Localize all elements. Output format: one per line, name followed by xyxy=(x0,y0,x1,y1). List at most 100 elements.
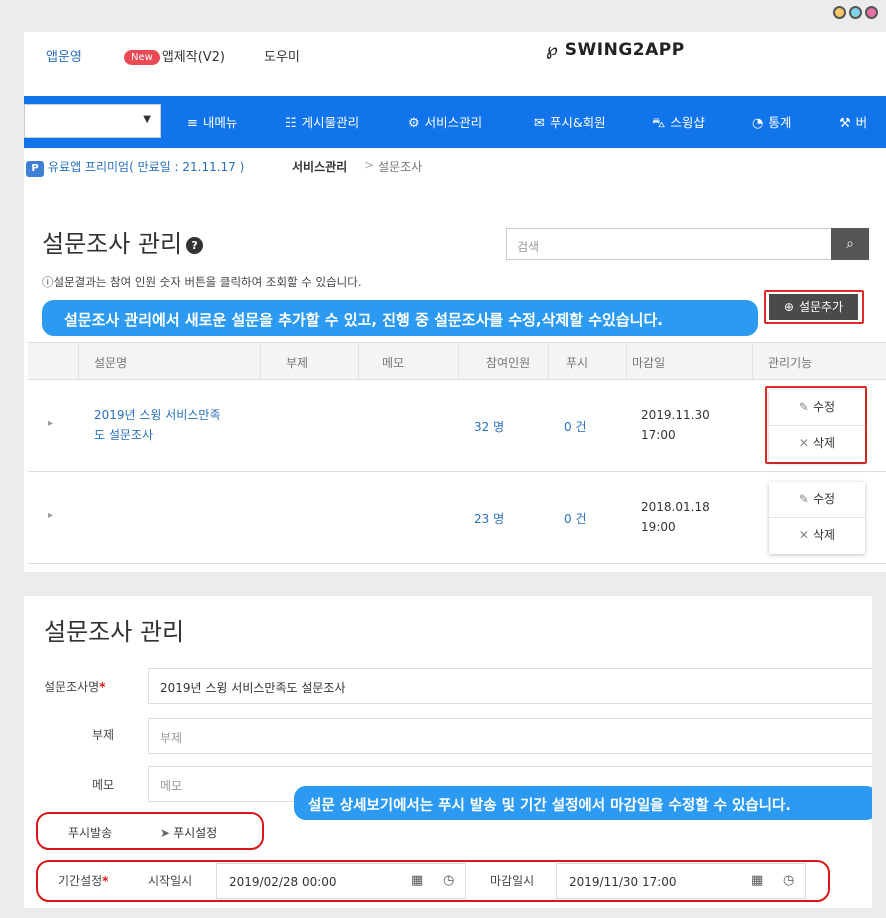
nav-link-app-make[interactable]: New 앱제작(V2) xyxy=(124,46,225,65)
table-header: 설문명 부제 메모 참여인원 푸시 마감일 관리기능 xyxy=(28,342,886,380)
survey-title-line2[interactable]: 도 설문조사 xyxy=(94,426,153,443)
row-actions: ✎ 수정 ✕ 삭제 xyxy=(769,482,865,554)
logo-mark-icon: ℘ xyxy=(546,40,559,60)
column-header-memo: 메모 xyxy=(382,356,405,370)
column-header-deadline: 마감일 xyxy=(632,356,666,370)
pencil-icon: ✎ xyxy=(798,492,809,506)
window-dot-cyan[interactable] xyxy=(849,6,862,19)
survey-list-panel: 앱운영 New 앱제작(V2) 도우미 ℘ SWING2APP ▼ ≡ 내메뉴 ☷ 게… xyxy=(24,32,886,572)
column-header-title: 설문명 xyxy=(94,356,128,370)
calendar-icon[interactable]: ▦ xyxy=(411,873,423,888)
nav-item-push-members[interactable]: ✉ 푸시&회원 xyxy=(534,112,606,131)
breadcrumb-section[interactable]: 서비스관리 xyxy=(292,158,347,175)
plan-status[interactable]: P 유료앱 프리미엄( 만료일 : 21.11.17 ) xyxy=(26,158,244,177)
edit-label: 수정 xyxy=(812,492,836,506)
push-count[interactable]: 0 건 xyxy=(564,418,587,435)
main-nav: ▼ ≡ 내메뉴 ☷ 게시물관리 ⚙ 서비스관리 ✉ 푸시&회원 ⛍ 스윙샵 ◔ 통계 ⚒ 버 xyxy=(24,96,886,148)
start-label: 시작일시 xyxy=(148,874,193,888)
annotation-callout-list: 설문조사 관리에서 새로운 설문을 추가할 수 있고, 진행 중 설문조사를 수… xyxy=(42,300,758,336)
push-setting-label: 푸시설정 xyxy=(173,826,218,840)
column-header-actions: 관리기능 xyxy=(768,356,813,370)
end-label: 마감일시 xyxy=(490,874,535,888)
memo-label: 메모 xyxy=(92,778,115,792)
search-button[interactable]: ⌕ xyxy=(831,228,869,260)
nav-item-label: 내메뉴 xyxy=(202,115,238,130)
edit-button[interactable]: ✎ 수정 xyxy=(769,390,865,424)
column-divider xyxy=(548,343,549,379)
start-datetime-value: 2019/02/28 00:00 xyxy=(229,875,337,889)
column-divider xyxy=(78,343,79,379)
nav-item-my-menu[interactable]: ≡ 내메뉴 xyxy=(187,112,237,131)
nav-item-shop[interactable]: ⛍ 스윙샵 xyxy=(652,112,705,133)
search-input[interactable]: 검색 xyxy=(506,228,832,260)
survey-name-input[interactable]: 2019년 스윙 서비스만족도 설문조사 xyxy=(148,668,872,704)
subtitle-input[interactable]: 부제 xyxy=(148,718,872,754)
plus-circle-icon: ⊕ xyxy=(783,300,794,314)
gear-icon: ⚙ xyxy=(408,116,420,131)
push-count[interactable]: 0 건 xyxy=(564,510,587,527)
nav-item-services[interactable]: ⚙ 서비스관리 xyxy=(408,112,482,131)
nav-link-app-manage[interactable]: 앱운영 xyxy=(46,46,82,65)
participants-count-button[interactable]: 23 명 xyxy=(474,510,504,527)
nav-link-app-make-label: 앱제작(V2) xyxy=(161,50,226,65)
nav-item-stats[interactable]: ◔ 통계 xyxy=(752,112,791,131)
add-survey-label: 설문추가 xyxy=(798,300,844,314)
search-icon: ⌕ xyxy=(846,236,854,252)
survey-title-line1[interactable]: 2019년 스윙 서비스만족 xyxy=(94,406,221,423)
nav-item-label: 서비스관리 xyxy=(424,115,483,130)
column-divider xyxy=(260,343,261,379)
breadcrumb-page: 설문조사 xyxy=(378,160,423,174)
mail-icon: ✉ xyxy=(534,116,545,131)
window-controls xyxy=(833,6,878,19)
deadline-time: 19:00 xyxy=(641,520,676,534)
push-label: 푸시발송 xyxy=(68,826,113,840)
period-label-text: 기간설정 xyxy=(58,874,103,888)
premium-plan-icon: P xyxy=(26,161,44,177)
logo-text: SWING2APP xyxy=(564,40,685,60)
survey-name-label: 설문조사명* xyxy=(44,678,105,695)
x-icon: ✕ xyxy=(798,528,809,542)
page-title-text: 설문조사 관리 xyxy=(42,230,183,258)
info-note: ⓘ설문결과는 참여 인원 숫자 버튼을 클릭하여 조회할 수 있습니다. xyxy=(42,275,362,289)
swing2app-logo[interactable]: ℘ SWING2APP xyxy=(546,40,685,60)
add-survey-button[interactable]: ⊕ 설문추가 xyxy=(769,294,858,320)
period-label: 기간설정* xyxy=(58,872,108,889)
end-datetime-input[interactable]: 2019/11/30 17:00 ▦ ◷ xyxy=(556,863,806,899)
expand-arrow-icon[interactable]: ▸ xyxy=(48,510,53,521)
column-divider xyxy=(358,343,359,379)
window-dot-pink[interactable] xyxy=(865,6,878,19)
start-datetime-input[interactable]: 2019/02/28 00:00 ▦ ◷ xyxy=(216,863,466,899)
cart-icon: ⛍ xyxy=(652,116,666,131)
table-row[interactable]: ▸ 2019년 스윙 서비스만족 도 설문조사 32 명 0 건 2019.11… xyxy=(28,380,886,472)
help-icon[interactable]: ? xyxy=(186,237,204,254)
nav-item-more[interactable]: ⚒ 버 xyxy=(839,112,867,131)
required-mark: * xyxy=(102,874,109,888)
calendar-icon[interactable]: ▦ xyxy=(751,873,763,888)
column-header-subtitle: 부제 xyxy=(286,356,309,370)
window-dot-yellow[interactable] xyxy=(833,6,846,19)
table-row[interactable]: ▸ 23 명 0 건 2018.01.18 19:00 xyxy=(28,472,886,564)
clock-icon[interactable]: ◷ xyxy=(443,873,454,888)
delete-button[interactable]: ✕ 삭제 xyxy=(769,518,865,552)
participants-count-button[interactable]: 32 명 xyxy=(474,418,504,435)
caret-down-icon: ▼ xyxy=(143,114,151,125)
plan-status-text: 유료앱 프리미엄( 만료일 : 21.11.17 ) xyxy=(48,160,245,174)
delete-label: 삭제 xyxy=(812,436,836,450)
clock-icon[interactable]: ◷ xyxy=(783,873,794,888)
deadline-time: 17:00 xyxy=(641,428,676,442)
delete-label: 삭제 xyxy=(812,528,836,542)
delete-button[interactable]: ✕ 삭제 xyxy=(769,426,865,460)
survey-name-label-text: 설문조사명 xyxy=(44,680,100,694)
edit-button[interactable]: ✎ 수정 xyxy=(769,482,865,516)
annotation-callout-detail: 설문 상세보기에서는 푸시 발송 및 기간 설정에서 마감일을 수정할 수 있습… xyxy=(294,786,872,820)
column-header-participants: 참여인원 xyxy=(486,356,531,370)
breadcrumb-separator: > xyxy=(364,158,375,172)
app-select[interactable]: ▼ xyxy=(24,104,161,138)
nav-link-help[interactable]: 도우미 xyxy=(264,46,300,65)
end-datetime-value: 2019/11/30 17:00 xyxy=(569,875,677,889)
x-icon: ✕ xyxy=(798,436,809,450)
expand-arrow-icon[interactable]: ▸ xyxy=(48,418,53,429)
menu-icon: ≡ xyxy=(187,116,198,131)
nav-item-posts[interactable]: ☷ 게시물관리 xyxy=(285,112,359,131)
push-setting-button[interactable]: ➤ 푸시설정 xyxy=(160,824,217,841)
